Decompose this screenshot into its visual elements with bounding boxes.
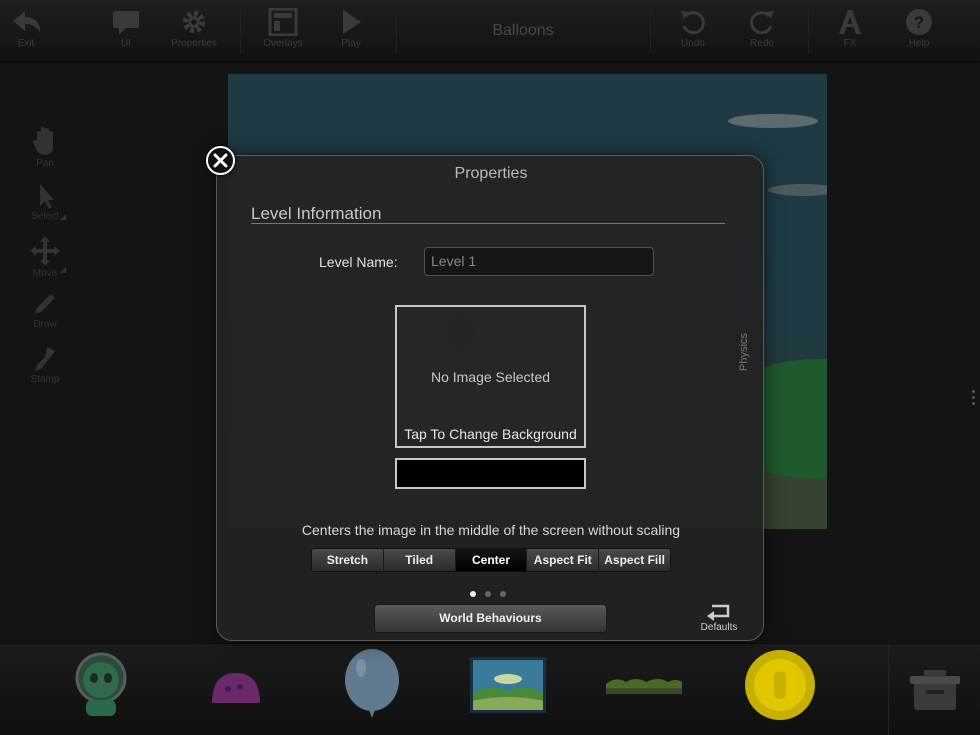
tap-change-background-text: Tap To Change Background [404,426,577,442]
scale-mode-aspect-fit[interactable]: Aspect Fit [527,549,600,571]
pointer-icon [40,184,54,209]
scale-mode-stretch[interactable]: Stretch [312,549,384,571]
tray-item-dome[interactable] [210,671,262,710]
ui-label: UI [121,38,131,49]
close-icon [213,153,228,168]
tray-item-background[interactable] [470,657,546,718]
page-dot[interactable] [485,591,491,597]
help-icon: ? [906,9,932,35]
toolbar-divider [396,8,397,54]
properties-dialog: Properties Level Information Level Name:… [216,155,764,641]
alien-character-icon [75,652,127,716]
scale-mode-segmented-control: Stretch Tiled Center Aspect Fit Aspect F… [311,548,671,572]
gear-icon [182,10,206,34]
pan-tool[interactable]: Pan [18,125,72,177]
move-arrows-icon [30,236,60,266]
submenu-indicator [60,214,66,220]
page-indicator[interactable] [470,591,506,597]
top-toolbar: Exit UI Properties Overlays Play Balloon… [0,0,980,62]
speech-bubble-icon [113,11,139,35]
background-image-picker[interactable]: No Image Selected Tap To Change Backgrou… [395,305,586,448]
tray-divider [888,644,889,735]
tray-item-alien[interactable] [72,650,130,727]
toolbar-divider [808,8,809,54]
stamp-icon [35,347,55,371]
redo-label: Redo [750,38,774,49]
draw-label: Draw [33,319,57,330]
scale-mode-tiled[interactable]: Tiled [383,549,456,571]
undo-icon [681,11,705,35]
defaults-label: Defaults [700,622,738,633]
physics-side-tab[interactable]: Physics [738,333,750,371]
background-scene-icon [470,657,546,713]
stamp-tool[interactable]: Stamp [18,345,72,397]
fx-icon [839,10,861,34]
section-title: Level Information [251,204,382,223]
fx-button[interactable]: FX [818,4,882,58]
trash-button[interactable] [910,668,960,717]
grass-platform-icon [606,679,682,694]
level-name-input[interactable]: Level 1 [424,247,654,276]
play-label: Play [341,38,361,49]
undo-label: Undo [681,38,705,49]
svg-text:?: ? [914,13,924,32]
toolbar-divider [240,8,241,54]
tray-item-balloon[interactable] [343,648,401,729]
overlays-label: Overlays [263,38,303,49]
page-dot[interactable] [470,591,476,597]
side-drag-handle[interactable] [972,390,976,408]
select-tool[interactable]: Select [18,182,72,234]
scale-mode-center[interactable]: Center [455,549,528,571]
redo-icon [750,11,774,35]
background-color-swatch[interactable] [395,458,586,489]
trash-tray-icon [910,670,960,710]
document-title: Balloons [492,22,554,39]
redo-button[interactable]: Redo [730,4,794,58]
pencil-icon [35,294,55,314]
submenu-indicator [60,267,66,273]
ui-button[interactable]: UI [94,4,158,58]
gold-coin-icon [745,650,815,720]
hand-icon [33,127,53,155]
canvas-cloud [768,184,827,196]
tray-item-platform[interactable] [606,676,682,701]
move-tool[interactable]: Move [18,235,72,287]
back-arrow-icon [13,11,40,32]
exit-button[interactable]: Exit [0,4,58,58]
fx-label: FX [843,38,857,49]
defaults-button[interactable]: Defaults [693,602,745,633]
balloon-icon [345,649,399,718]
canvas-cloud [728,114,818,128]
no-image-text: No Image Selected [430,369,551,385]
overlays-icon [268,8,298,36]
exit-label: Exit [17,38,35,49]
world-behaviours-button[interactable]: World Behaviours [374,604,607,633]
stamp-label: Stamp [30,374,60,385]
undo-button[interactable]: Undo [661,4,725,58]
scale-mode-description: Centers the image in the middle of the s… [301,522,681,538]
return-arrow-icon [707,604,730,621]
overlays-button[interactable]: Overlays [251,4,315,58]
draw-tool[interactable]: Draw [18,290,72,342]
help-button[interactable]: ? Help [887,4,951,58]
page-dot[interactable] [500,591,506,597]
section-divider [251,223,725,224]
tray-item-coin[interactable] [744,649,816,726]
help-label: Help [908,38,930,49]
pan-label: Pan [36,158,54,169]
pink-dome-icon [212,673,260,703]
toolbar-divider [650,8,651,54]
asset-tray [0,643,980,735]
scale-mode-aspect-fill[interactable]: Aspect Fill [599,549,670,571]
dialog-title: Properties [454,165,528,182]
play-icon [343,10,361,34]
level-name-label: Level Name: [319,254,398,270]
properties-button[interactable]: Properties [162,4,226,58]
close-dialog-button[interactable] [206,146,235,175]
properties-label: Properties [171,38,217,49]
play-button[interactable]: Play [319,4,383,58]
